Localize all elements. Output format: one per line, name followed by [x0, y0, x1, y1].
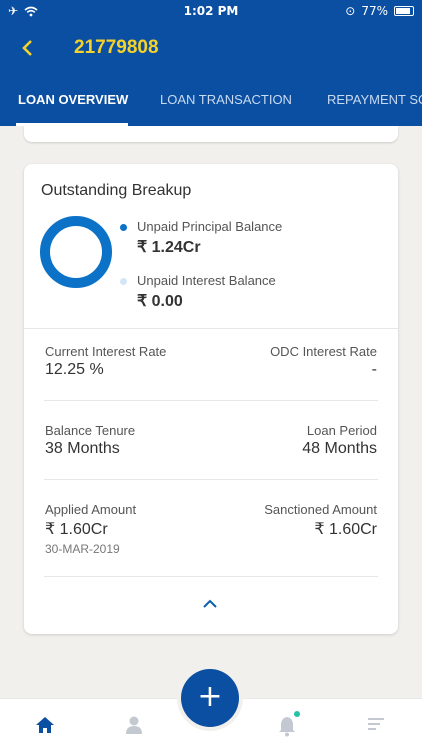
current-interest-rate-value: 12.25 % [45, 361, 104, 378]
tab-loan-transaction[interactable]: LOAN TRANSACTION [160, 92, 292, 107]
status-right: ⊙ 77% [345, 4, 414, 18]
app-header: 21779808 [0, 24, 422, 76]
add-fab-button[interactable]: + [181, 669, 239, 727]
home-icon[interactable] [34, 715, 56, 739]
sanctioned-amount-label: Sanctioned Amount [264, 502, 377, 517]
menu-icon[interactable] [366, 715, 386, 737]
interest-legend-dot [120, 278, 127, 285]
card-title: Outstanding Breakup [41, 182, 192, 199]
principal-legend-dot [120, 224, 127, 231]
applied-amount-label: Applied Amount [45, 502, 137, 517]
section-divider [24, 328, 398, 329]
tab-bar: LOAN OVERVIEW LOAN TRANSACTION REPAYMENT… [0, 76, 422, 126]
previous-card [24, 126, 398, 142]
applied-date: 30-MAR-2019 [45, 542, 120, 556]
profile-icon[interactable] [124, 715, 144, 739]
loan-period-value: 48 Months [302, 440, 377, 457]
interest-label: Unpaid Interest Balance [137, 273, 276, 288]
bell-icon[interactable] [277, 715, 297, 741]
outstanding-donut-chart [40, 216, 112, 288]
loan-period-label: Loan Period [306, 423, 377, 438]
odc-interest-rate-label: ODC Interest Rate [270, 344, 377, 359]
chevron-up-icon [203, 599, 217, 608]
account-number: 21779808 [74, 37, 159, 58]
balance-tenure-label: Balance Tenure [45, 423, 136, 438]
collapse-button[interactable] [200, 598, 220, 614]
interest-value: ₹ 0.00 [137, 293, 183, 310]
odc-interest-rate-value: - [371, 361, 377, 378]
tab-loan-overview[interactable]: LOAN OVERVIEW [18, 92, 128, 107]
notification-badge [294, 711, 300, 717]
balance-tenure-value: 38 Months [45, 440, 120, 457]
principal-label: Unpaid Principal Balance [137, 219, 283, 234]
current-interest-rate-label: Current Interest Rate [45, 344, 167, 359]
battery-icon [394, 6, 414, 16]
tab-repayment-schedule[interactable]: REPAYMENT SC [327, 92, 422, 107]
orientation-lock-icon: ⊙ [345, 4, 356, 18]
chevron-left-icon [22, 40, 32, 56]
row-divider [44, 400, 378, 401]
sanctioned-amount-value: ₹ 1.60Cr [314, 521, 377, 538]
row-divider [44, 479, 378, 480]
outstanding-breakup-card: Outstanding Breakup Unpaid Principal Bal… [24, 164, 398, 634]
back-button[interactable] [20, 36, 34, 64]
row-divider [44, 576, 378, 577]
status-bar: ✈ 1:02 PM ⊙ 77% [0, 0, 422, 24]
principal-value: ₹ 1.24Cr [137, 239, 201, 256]
battery-percent: 77% [361, 4, 388, 18]
applied-amount-value: ₹ 1.60Cr [45, 521, 108, 538]
